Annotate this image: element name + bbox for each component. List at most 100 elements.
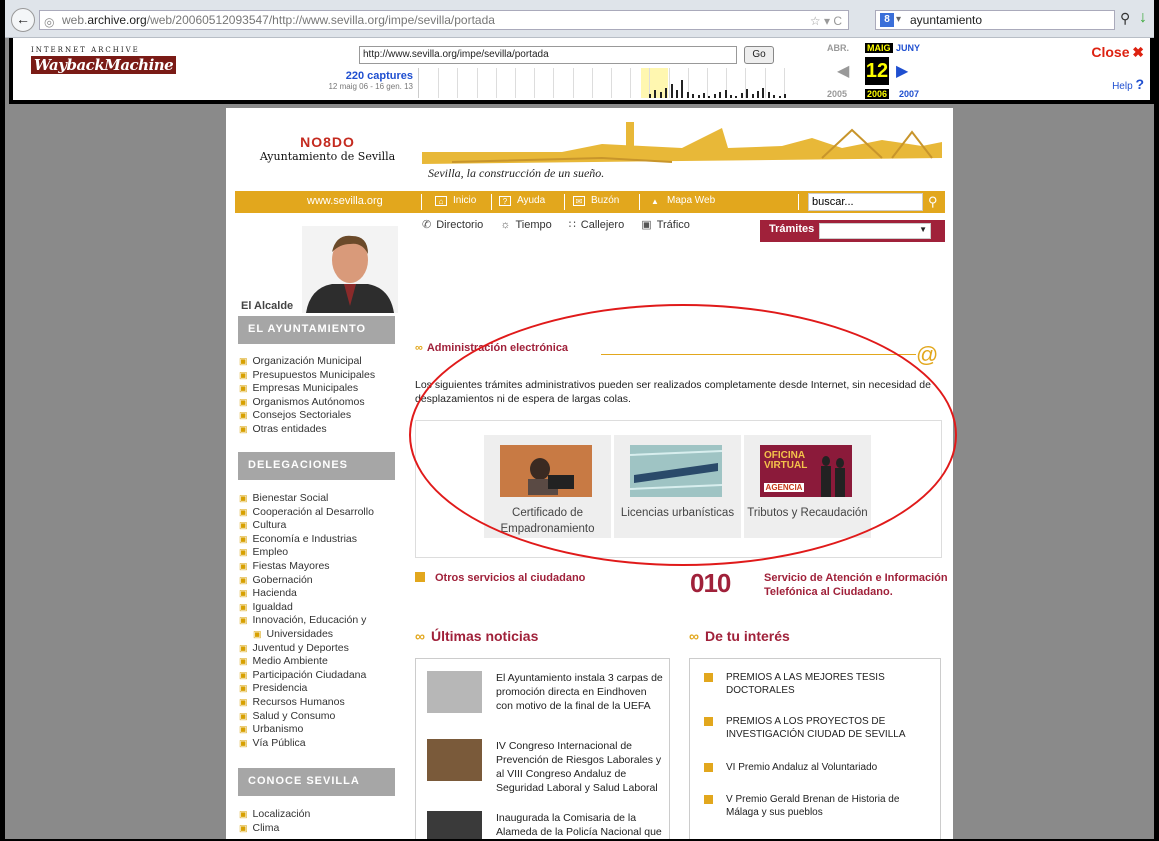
site-url[interactable]: www.sevilla.org	[307, 195, 383, 207]
captures-info: 220 captures 12 maig 06 - 16 gen. 13	[318, 70, 413, 91]
news-text: El Ayuntamiento instala 3 carpas de prom…	[496, 672, 663, 712]
site-logo[interactable]: NO8DO Ayuntamiento de Sevilla	[240, 134, 415, 163]
infinity-icon: ∞	[689, 628, 699, 644]
interest-item[interactable]: PREMIOS A LOS PROYECTOS DE INVESTIGACIÓN…	[704, 715, 934, 741]
year-gridline	[572, 68, 574, 98]
sidebar-link[interactable]: Vía Pública	[239, 737, 399, 751]
sidebar-link[interactable]: Empresas Municipales	[239, 382, 399, 396]
nav-ayuda[interactable]: ? Ayuda	[499, 195, 545, 206]
sidebar-link[interactable]: Cultura	[239, 519, 399, 533]
sidebar-link-cont[interactable]: Universidades	[239, 628, 399, 642]
interest-item[interactable]: V Premio Gerald Brenan de Historia de Má…	[704, 793, 934, 819]
mayor-photo[interactable]	[302, 226, 398, 313]
year-gridline	[438, 68, 440, 98]
captures-link[interactable]: 220 captures	[318, 70, 413, 82]
sidebar-link[interactable]: Presupuestos Municipales	[239, 369, 399, 383]
subnav-tiempo[interactable]: ☼ Tiempo	[500, 219, 551, 231]
year-gridline	[668, 68, 670, 98]
sac-link[interactable]: Servicio de Atención e Información Telef…	[764, 571, 949, 599]
google-icon[interactable]: 8	[880, 13, 894, 27]
sidebar-link[interactable]: Bienestar Social	[239, 492, 399, 506]
month-prev[interactable]: ABR.	[827, 43, 849, 53]
nav-buzon[interactable]: ✉ Buzón	[573, 195, 619, 206]
sidebar-link[interactable]: Localización	[239, 808, 399, 822]
sidebar-link[interactable]: Participación Ciudadana	[239, 669, 399, 683]
close-icon[interactable]: ✖	[1132, 44, 1144, 60]
sidebar-link[interactable]: Organización Municipal	[239, 355, 399, 369]
sidebar-link[interactable]: Igualdad	[239, 601, 399, 615]
no8do-logo: NO8DO	[300, 134, 355, 150]
capture-sparkline[interactable]	[418, 68, 803, 98]
subnav-trafico-label: Tráfico	[656, 219, 690, 231]
capture-bar	[762, 88, 765, 98]
capture-bar	[773, 95, 776, 98]
mayor-label[interactable]: El Alcalde	[241, 300, 293, 312]
news-text: Inaugurada la Comisaria de la Alameda de…	[496, 812, 662, 838]
browser-search-input[interactable]: 8 ▾ ayuntamiento	[875, 10, 1115, 30]
month-next[interactable]: JUNY	[896, 43, 920, 53]
capture-bar	[659, 92, 662, 98]
sun-icon: ☼	[500, 219, 511, 231]
interest-item[interactable]: VI Premio Andaluz al Voluntariado	[704, 761, 934, 774]
o10-logo[interactable]: 010	[690, 568, 731, 599]
sidebar-link[interactable]: Juventud y Deportes	[239, 642, 399, 656]
capture-bar	[713, 94, 716, 98]
wayback-help[interactable]: Help ?	[1112, 76, 1144, 92]
capture-bar	[703, 93, 705, 98]
infinity-icon: ∞	[415, 628, 425, 644]
download-icon[interactable]: ↓	[1139, 9, 1147, 27]
search-icon[interactable]: ⚲	[928, 194, 938, 210]
nav-mapa-label: Mapa Web	[667, 195, 716, 206]
sidebar-link[interactable]: Cooperación al Desarrollo	[239, 506, 399, 520]
close-label: Close	[1091, 44, 1130, 60]
help-icon[interactable]: ?	[1135, 76, 1144, 92]
tramites-select[interactable]: ▼	[819, 223, 931, 239]
sidebar-link[interactable]: Innovación, Educación y	[239, 614, 399, 628]
year-current: 2006	[865, 89, 890, 99]
delegaciones-list: Bienestar Social Cooperación al Desarrol…	[239, 492, 399, 750]
sidebar-link[interactable]: Consejos Sectoriales	[239, 409, 399, 423]
wayback-logo[interactable]: INTERNET ARCHIVE WaybackMachine	[31, 46, 177, 74]
sidebar-link[interactable]: Empleo	[239, 546, 399, 560]
address-bar[interactable]: ◎ web.archive.org/web/20060512093547/htt…	[39, 10, 849, 30]
site-search-input[interactable]: buscar...	[808, 193, 923, 211]
sidebar-link[interactable]: Urbanismo	[239, 723, 399, 737]
wayback-go-button[interactable]: Go	[744, 46, 774, 64]
sidebar-link[interactable]: Presidencia	[239, 682, 399, 696]
sidebar-link[interactable]: Salud y Consumo	[239, 710, 399, 724]
browser-window: ← ◎ web.archive.org/web/20060512093547/h…	[0, 0, 1159, 841]
subnav-callejero[interactable]: ∷ Callejero	[569, 219, 624, 231]
sidebar-link[interactable]: Recursos Humanos	[239, 696, 399, 710]
interest-item[interactable]: PREMIOS A LAS MEJORES TESIS DOCTORALES	[704, 671, 934, 697]
otros-servicios-link[interactable]: Otros servicios al ciudadano	[415, 572, 585, 584]
subnav-directorio[interactable]: ✆ Directorio	[422, 219, 483, 231]
sidebar-link[interactable]: Otras entidades	[239, 423, 399, 437]
back-button[interactable]: ←	[11, 8, 35, 32]
year-next[interactable]: 2007	[899, 89, 919, 99]
next-arrow-icon[interactable]: ▶	[896, 61, 908, 81]
sidebar-link[interactable]: Fiestas Mayores	[239, 560, 399, 574]
chevron-down-icon: ▼	[919, 225, 927, 234]
url-path: /web/20060512093547/http://www.sevilla.o…	[146, 13, 495, 27]
sidebar-link[interactable]: Medio Ambiente	[239, 655, 399, 669]
nav-inicio[interactable]: ⌂ Inicio	[435, 195, 476, 206]
wayback-close[interactable]: Close ✖	[1091, 44, 1144, 61]
search-icon[interactable]: ⚲	[1120, 10, 1130, 27]
sidebar-link[interactable]: Hacienda	[239, 587, 399, 601]
sidebar-link[interactable]: Clima	[239, 822, 399, 836]
sidebar-link[interactable]: Gobernación	[239, 574, 399, 588]
delegaciones-heading: DELEGACIONES	[238, 452, 395, 480]
bookmark-star-icon[interactable]: ☆ ▾ C	[810, 12, 842, 30]
news-thumbnail	[427, 739, 482, 781]
conoce-heading: CONOCE SEVILLA	[238, 768, 395, 796]
subnav-trafico[interactable]: ▣ Tráfico	[641, 219, 690, 231]
chevron-down-icon[interactable]: ▾	[896, 11, 901, 29]
sidebar-link[interactable]: Organismos Autónomos	[239, 396, 399, 410]
prev-arrow-icon[interactable]: ◀	[837, 61, 849, 81]
wayback-url-input[interactable]: http://www.sevilla.org/impe/sevilla/port…	[359, 46, 737, 64]
year-gridline	[591, 68, 593, 98]
year-prev[interactable]: 2005	[827, 89, 847, 99]
sidebar-link[interactable]: Economía e Industrias	[239, 533, 399, 547]
nav-mapa-web[interactable]: ▲ Mapa Web	[649, 195, 715, 207]
slogan: Sevilla, la construcción de un sueño.	[428, 166, 605, 180]
